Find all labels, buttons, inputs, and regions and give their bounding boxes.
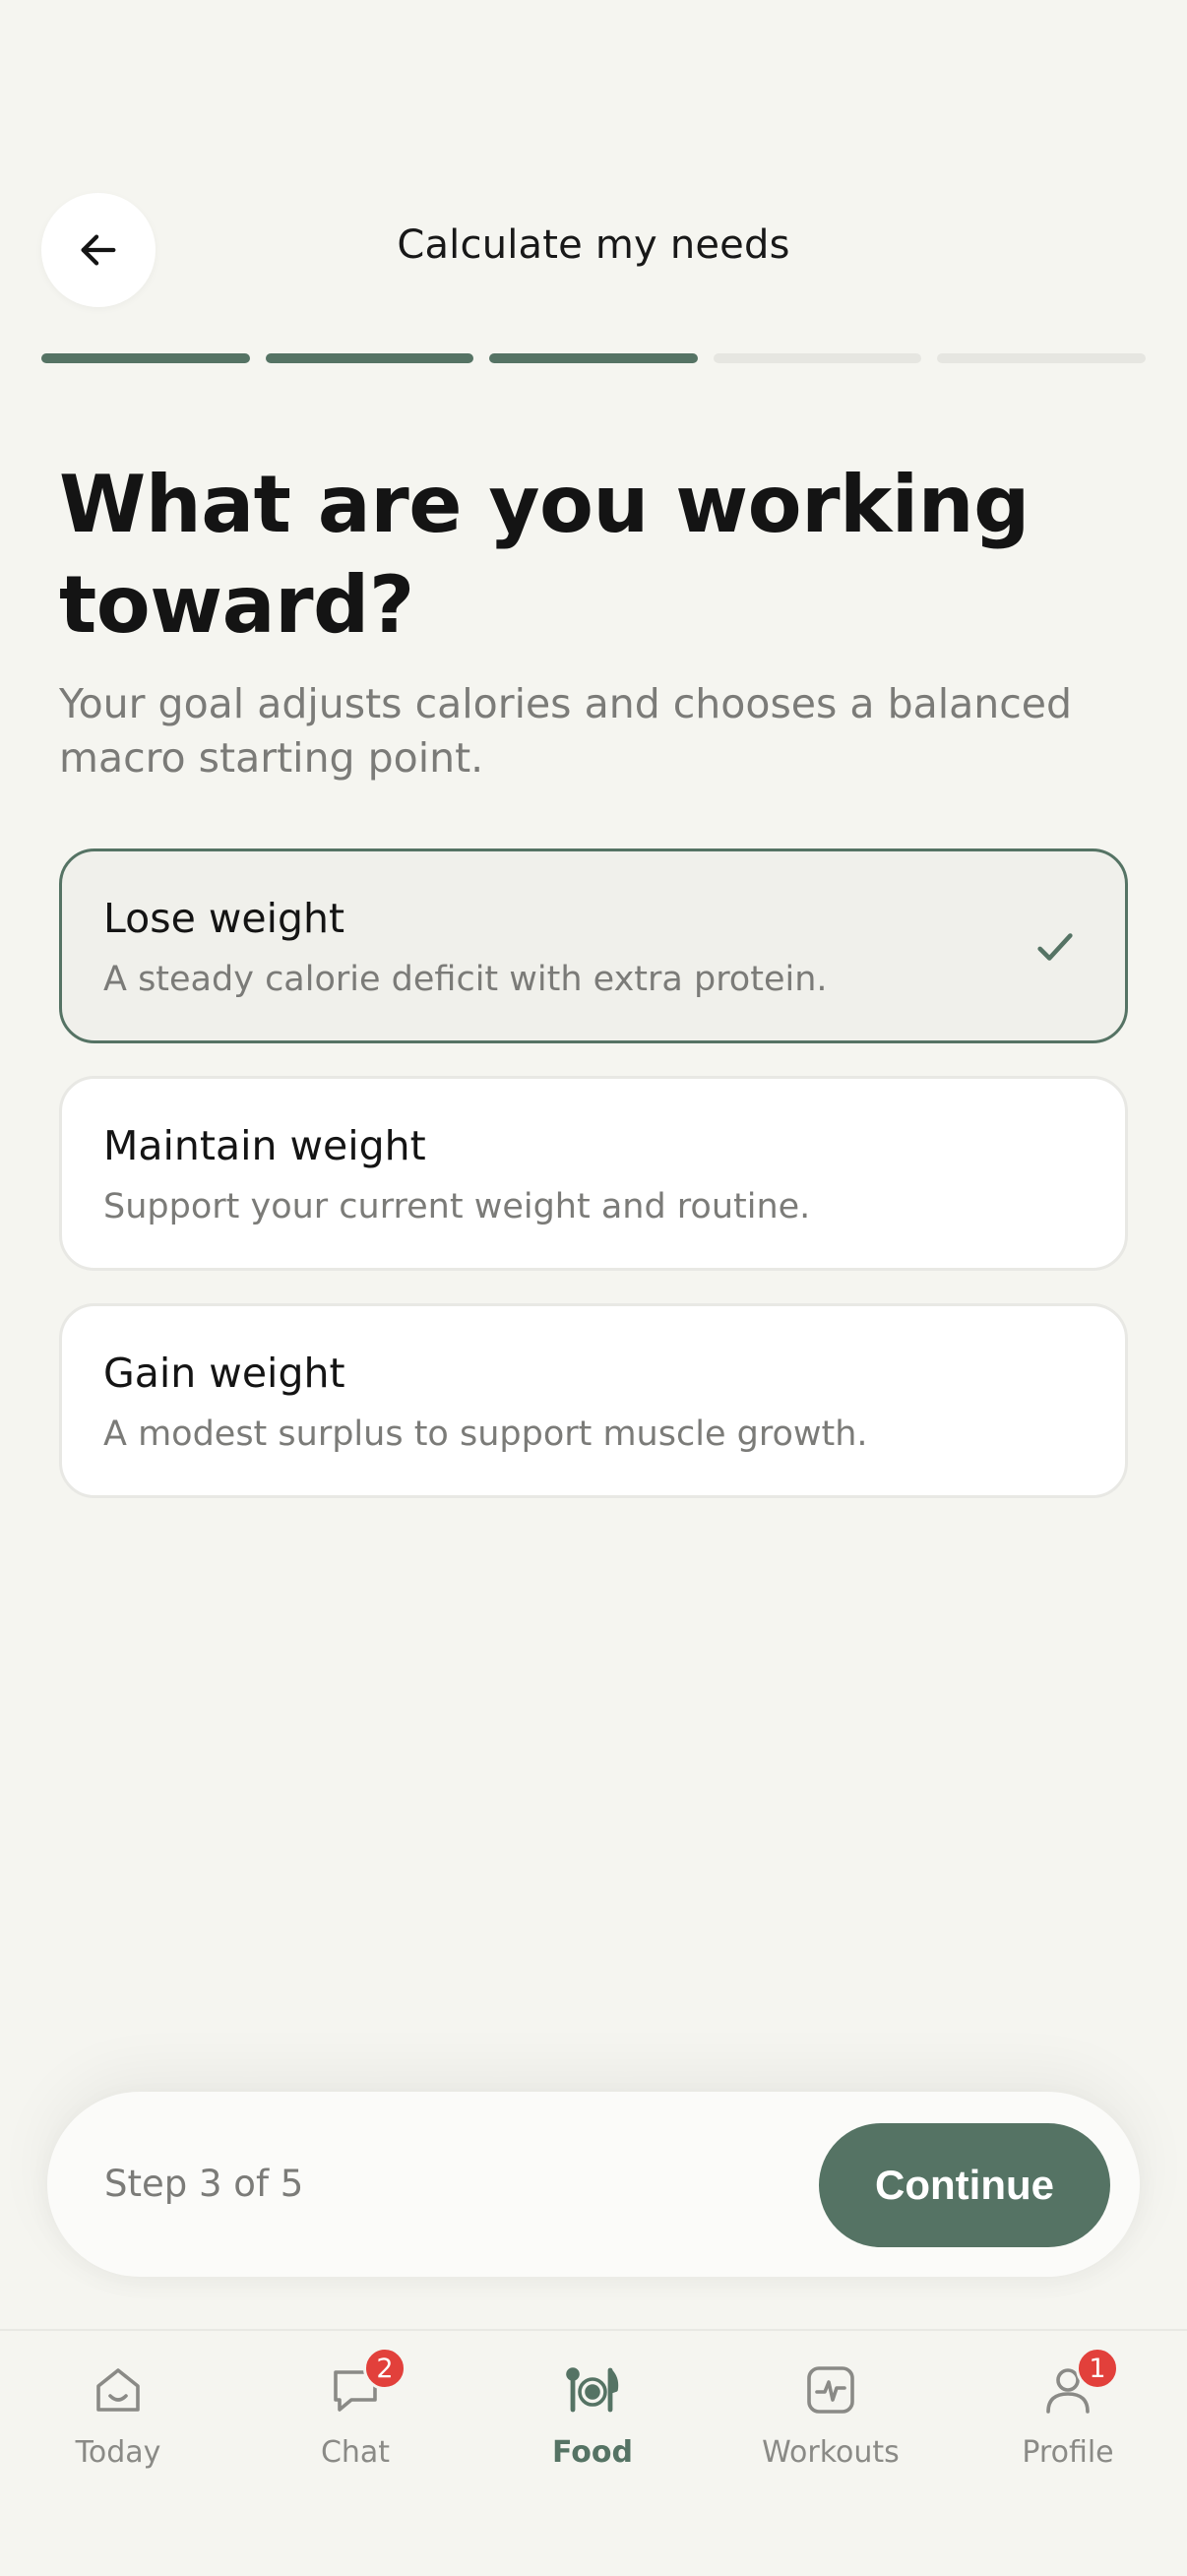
step-action-card: Step 3 of 5 Continue	[47, 2092, 1140, 2277]
calculate-needs-screen: Calculate my needs What are you working …	[0, 0, 1187, 2576]
notification-badge: 1	[1076, 2347, 1119, 2390]
tab-food[interactable]: Food	[494, 2360, 691, 2488]
notification-badge: 2	[363, 2347, 406, 2390]
tab-label: Chat	[320, 2435, 391, 2470]
progress-segment	[41, 353, 250, 363]
option-lose-weight[interactable]: Lose weight A steady calorie deficit wit…	[59, 848, 1128, 1043]
option-description: A steady calorie deficit with extra prot…	[103, 960, 828, 999]
step-indicator: Step 3 of 5	[104, 2163, 304, 2205]
tab-label: Workouts	[762, 2435, 900, 2470]
option-title: Gain weight	[103, 1350, 345, 1397]
tab-label: Today	[75, 2435, 161, 2470]
progress-segment	[937, 353, 1146, 363]
progress-segment	[489, 353, 698, 363]
progress-bar	[41, 353, 1146, 363]
progress-segment	[265, 353, 474, 363]
option-gain-weight[interactable]: Gain weight A modest surplus to support …	[59, 1303, 1128, 1498]
home-icon	[96, 2368, 140, 2412]
tab-chat[interactable]: 2 Chat	[257, 2347, 454, 2488]
question-heading: What are you working toward?	[59, 459, 1030, 651]
option-description: A modest surplus to support muscle growt…	[103, 1414, 868, 1454]
page-title: Calculate my needs	[397, 222, 790, 268]
tab-today[interactable]: Today	[20, 2360, 217, 2488]
bottom-tab-bar: Today 2 Chat Food Workouts 1 Profile	[0, 2329, 1187, 2576]
question-subtitle: Your goal adjusts calories and chooses a…	[59, 680, 1073, 782]
tab-label: Profile	[1022, 2435, 1114, 2470]
tab-workouts[interactable]: Workouts	[732, 2360, 929, 2488]
checkmark-icon	[1037, 933, 1073, 961]
option-description: Support your current weight and routine.	[103, 1187, 811, 1226]
continue-button[interactable]: Continue	[819, 2123, 1110, 2247]
option-maintain-weight[interactable]: Maintain weight Support your current wei…	[59, 1076, 1128, 1271]
option-title: Lose weight	[103, 895, 345, 942]
tab-profile[interactable]: 1 Profile	[969, 2347, 1166, 2488]
progress-segment	[713, 353, 922, 363]
tab-label: Food	[552, 2435, 633, 2470]
option-title: Maintain weight	[103, 1122, 426, 1169]
activity-icon	[807, 2366, 854, 2414]
food-icon	[566, 2367, 619, 2413]
